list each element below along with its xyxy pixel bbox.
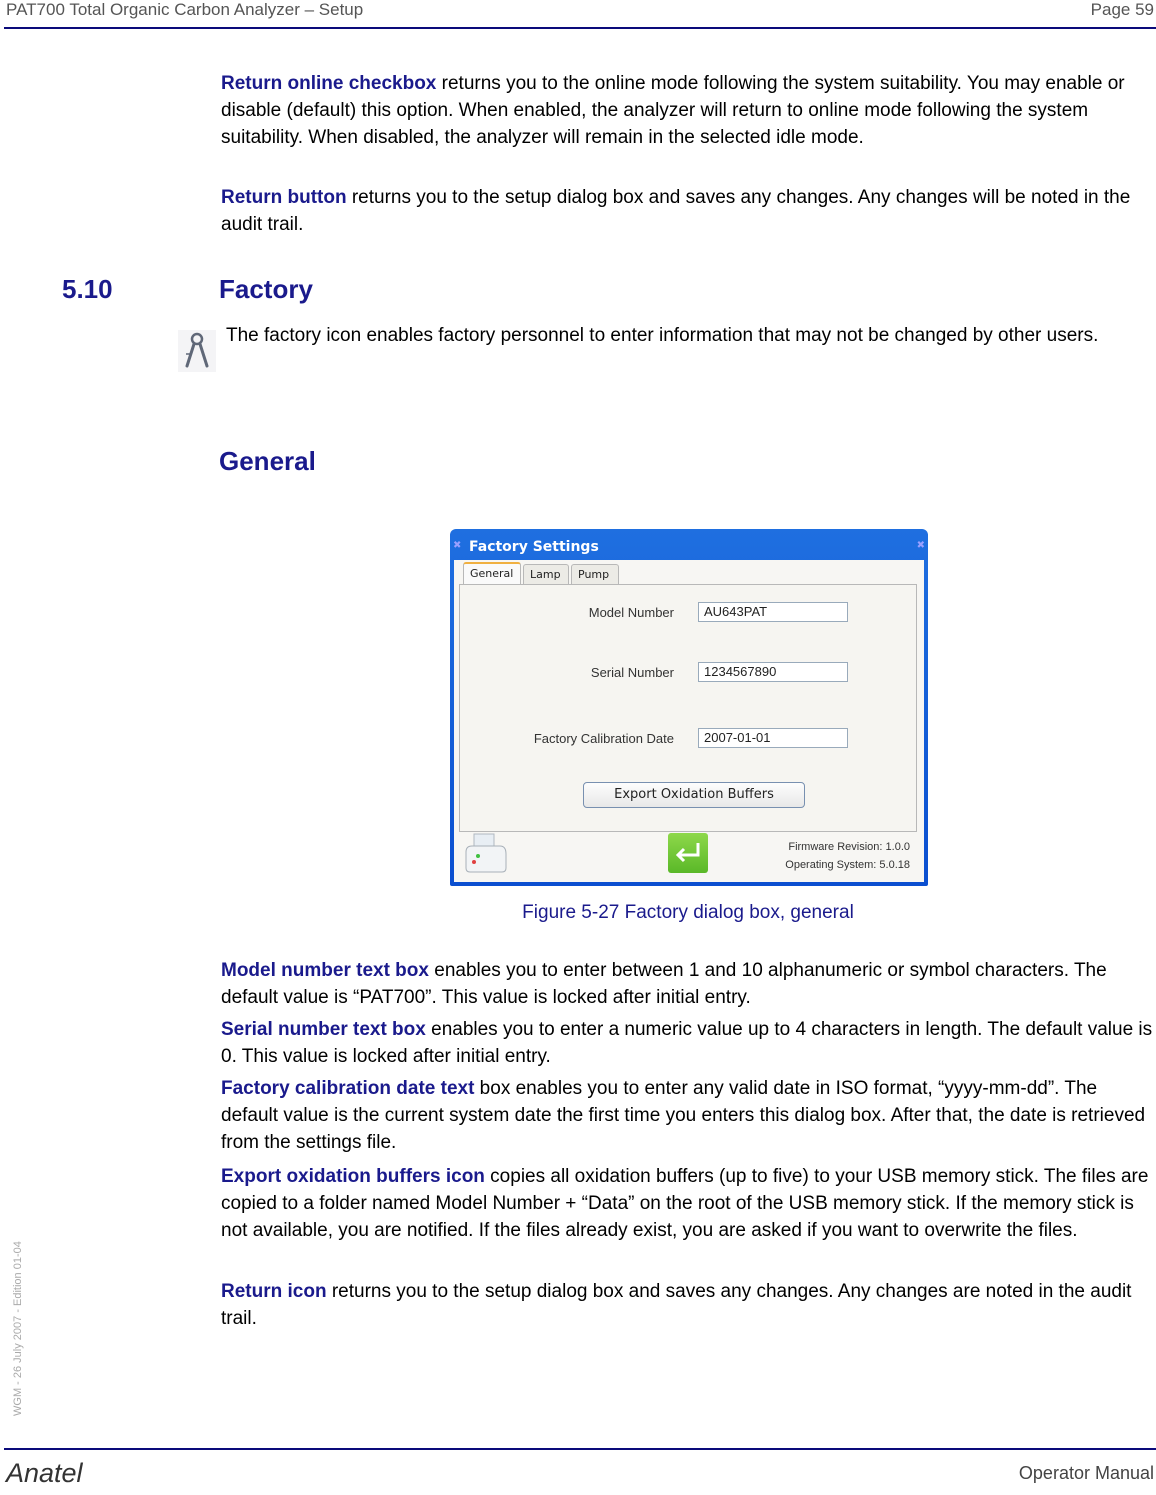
- paragraph-return-online: Return online checkbox returns you to th…: [221, 70, 1153, 151]
- term: Model number text box: [221, 960, 429, 981]
- header-title: PAT700 Total Organic Carbon Analyzer – S…: [6, 0, 364, 19]
- serial-number-input[interactable]: 1234567890: [698, 662, 848, 682]
- tab-lamp[interactable]: Lamp: [523, 564, 569, 584]
- export-oxidation-buffers-button[interactable]: Export Oxidation Buffers: [583, 782, 805, 808]
- paragraph-return-button: Return button returns you to the setup d…: [221, 184, 1153, 238]
- header-rule: [4, 27, 1156, 29]
- description-return-icon: Return icon returns you to the setup dia…: [221, 1278, 1153, 1332]
- printer-icon[interactable]: [462, 832, 508, 876]
- page-number: Page 59: [1090, 0, 1154, 19]
- version-info: Firmware Revision: 1.0.0 Operating Syste…: [785, 838, 910, 874]
- calibration-date-input[interactable]: 2007-01-01: [698, 728, 848, 748]
- dialog-title: Factory Settings: [469, 539, 599, 555]
- general-panel: Model Number AU643PAT Serial Number 1234…: [459, 584, 917, 832]
- section-number: 5.10: [62, 274, 113, 304]
- figure-caption: Figure 5-27 Factory dialog box, general: [522, 902, 854, 923]
- firmware-revision: Firmware Revision: 1.0.0: [788, 841, 910, 853]
- model-number-input[interactable]: AU643PAT: [698, 602, 848, 622]
- term: Serial number text box: [221, 1019, 426, 1040]
- description-calibration-date: Factory calibration date text box enable…: [221, 1075, 1153, 1156]
- description-model-number: Model number text box enables you to ent…: [221, 957, 1153, 1011]
- term: Return icon: [221, 1281, 327, 1302]
- description-serial-number: Serial number text box enables you to en…: [221, 1016, 1153, 1070]
- return-button[interactable]: [668, 833, 708, 873]
- footer-doc-title: Operator Manual: [1018, 1463, 1154, 1483]
- calibration-date-label: Factory Calibration Date: [533, 731, 674, 746]
- footer-brand: Anatel: [6, 1458, 83, 1488]
- term: Return button: [221, 187, 347, 208]
- dialog-body: General Lamp Pump Model Number AU643PAT …: [454, 560, 924, 882]
- close-marker-icon: ✖: [916, 540, 925, 551]
- tab-pump[interactable]: Pump: [571, 564, 619, 584]
- compass-icon: [178, 330, 216, 372]
- model-number-label: Model Number: [588, 605, 674, 620]
- close-marker-icon: ✖: [453, 540, 462, 551]
- description-export-buffers: Export oxidation buffers icon copies all…: [221, 1163, 1153, 1244]
- subsection-title: General: [219, 446, 316, 476]
- paragraph-text: returns you to the setup dialog box and …: [221, 1281, 1132, 1329]
- paragraph-text: returns you to the setup dialog box and …: [221, 187, 1131, 235]
- footer-rule: [4, 1448, 1156, 1450]
- factory-settings-dialog: ✖ ✖ Factory Settings General Lamp Pump M…: [450, 529, 928, 886]
- section-title: Factory: [219, 274, 313, 304]
- section-description: The factory icon enables factory personn…: [226, 325, 1099, 346]
- serial-number-label: Serial Number: [590, 665, 674, 680]
- term: Return online checkbox: [221, 73, 437, 94]
- operating-system: Operating System: 5.0.18: [785, 859, 910, 871]
- return-arrow-icon: [675, 843, 700, 863]
- edition-note: WGM - 26 July 2007 - Edition 01-04: [12, 1241, 24, 1416]
- tab-general[interactable]: General: [463, 562, 521, 584]
- term: Factory calibration date text: [221, 1078, 475, 1099]
- term: Export oxidation buffers icon: [221, 1166, 485, 1187]
